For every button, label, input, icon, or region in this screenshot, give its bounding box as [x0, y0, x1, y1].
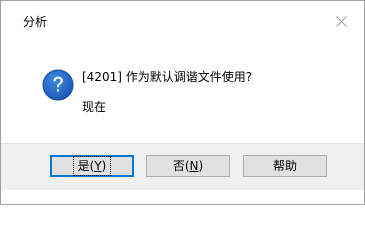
help-button-label: 帮助: [272, 159, 297, 173]
dialog-window: 分析 [4201] 作为默认调谐文件使用? 现在 是(Y) 否(N) 帮助: [0, 0, 365, 205]
yes-button-label: 是(Y): [72, 156, 112, 176]
close-button[interactable]: [318, 1, 364, 41]
window-title: 分析: [23, 15, 48, 29]
help-button[interactable]: 帮助: [243, 155, 327, 177]
question-icon: [42, 69, 74, 101]
yes-button[interactable]: 是(Y): [50, 155, 134, 177]
close-icon: [335, 15, 347, 27]
message-text: [4201] 作为默认调谐文件使用?: [82, 70, 253, 84]
button-bar: 是(Y) 否(N) 帮助: [1, 143, 364, 190]
no-button-label: 否(N): [172, 159, 204, 173]
message-area: [4201] 作为默认调谐文件使用? 现在: [1, 41, 364, 143]
message-subtext: 现在: [82, 100, 107, 114]
no-button[interactable]: 否(N): [146, 155, 230, 177]
title-bar[interactable]: 分析: [1, 1, 364, 41]
